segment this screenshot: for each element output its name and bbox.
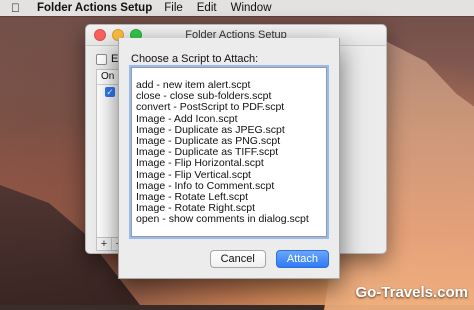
script-item[interactable]: convert - PostScript to PDF.scpt bbox=[132, 102, 326, 113]
menu-file[interactable]: File bbox=[164, 2, 183, 14]
apple-icon[interactable]:  bbox=[11, 0, 25, 16]
menu-bar:  Folder Actions Setup File Edit Window bbox=[0, 0, 474, 16]
attach-button[interactable]: Attach bbox=[275, 250, 329, 268]
menu-window[interactable]: Window bbox=[231, 2, 272, 14]
cancel-button[interactable]: Cancel bbox=[209, 250, 266, 268]
sheet-title: Choose a Script to Attach: bbox=[131, 53, 259, 65]
checkmark-icon: ✓ bbox=[106, 87, 114, 97]
enable-checkbox[interactable] bbox=[96, 53, 107, 65]
script-list[interactable]: add - new item alert.scpt close - close … bbox=[131, 67, 327, 237]
folder-enabled-checkbox[interactable]: ✓ bbox=[105, 87, 115, 97]
watermark: Go-Travels.com bbox=[355, 284, 468, 301]
choose-script-sheet: Choose a Script to Attach: add - new ite… bbox=[118, 38, 340, 279]
script-item[interactable]: Image - Flip Horizontal.scpt bbox=[132, 158, 326, 169]
sheet-buttons: Cancel Attach bbox=[209, 250, 329, 268]
menu-edit[interactable]: Edit bbox=[197, 2, 217, 14]
script-item[interactable]: open - show comments in dialog.scpt bbox=[132, 214, 326, 225]
menu-app-name[interactable]: Folder Actions Setup bbox=[37, 2, 152, 14]
add-folder-button[interactable]: + bbox=[97, 238, 112, 250]
